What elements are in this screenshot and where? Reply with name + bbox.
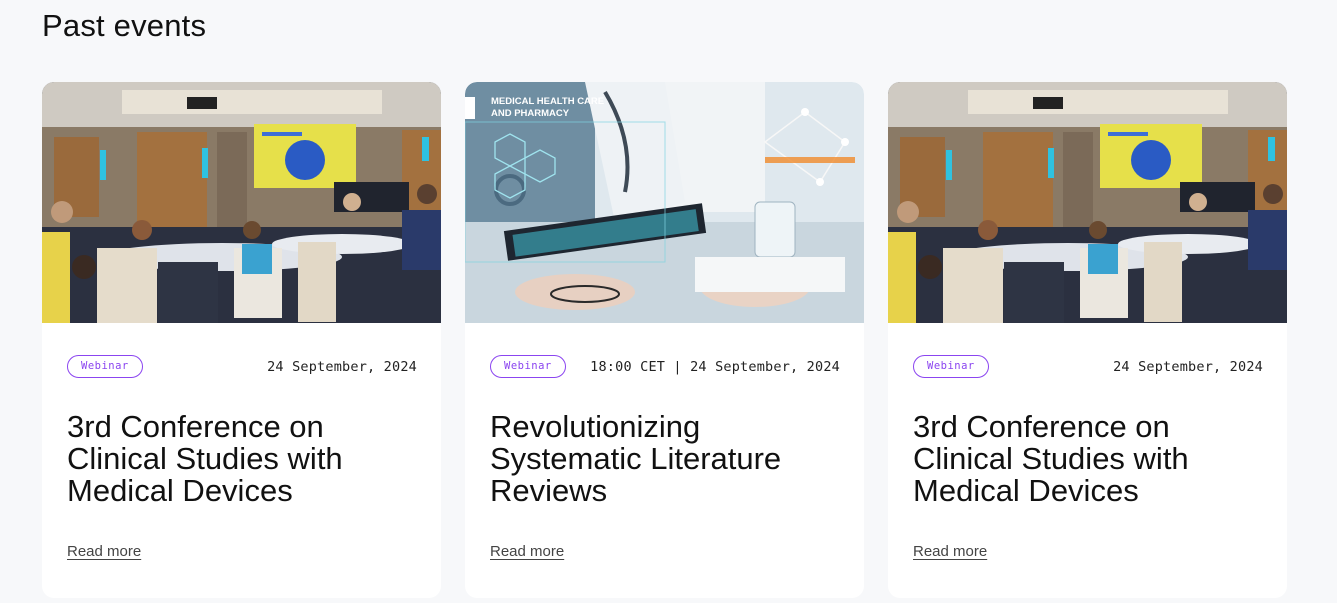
conference-room-photo[interactable]: [888, 82, 1287, 323]
event-date: 18:00 CET | 24 September, 2024: [590, 358, 840, 375]
card-body: Webinar 24 September, 2024 3rd Conferenc…: [888, 323, 1287, 598]
event-title[interactable]: Revolutionizing Systematic Literature Re…: [490, 411, 844, 507]
event-title[interactable]: 3rd Conference on Clinical Studies with …: [913, 411, 1267, 507]
event-title[interactable]: 3rd Conference on Clinical Studies with …: [67, 411, 421, 507]
medical-doctor-photo[interactable]: MEDICAL HEALTH CARE AND PHARMACY: [465, 82, 864, 323]
webinar-badge: Webinar: [913, 355, 989, 378]
read-more-link[interactable]: Read more: [67, 543, 141, 560]
event-card[interactable]: Webinar 24 September, 2024 3rd Conferenc…: [888, 82, 1287, 598]
section-title: Past events: [42, 8, 207, 43]
event-card[interactable]: Webinar 24 September, 2024 3rd Conferenc…: [42, 82, 441, 598]
webinar-badge: Webinar: [490, 355, 566, 378]
card-body: Webinar 18:00 CET | 24 September, 2024 R…: [465, 323, 864, 598]
event-date: 24 September, 2024: [267, 358, 417, 375]
image-caption-line1: MEDICAL HEALTH CARE: [491, 96, 604, 107]
event-meta: Webinar 18:00 CET | 24 September, 2024: [490, 355, 840, 378]
conference-room-photo[interactable]: [42, 82, 441, 323]
past-events-page: Past events Webinar 24 September, 2024 3…: [0, 0, 1337, 603]
event-meta: Webinar 24 September, 2024: [913, 355, 1263, 378]
read-more-link[interactable]: Read more: [913, 543, 987, 560]
image-caption-line2: AND PHARMACY: [491, 108, 570, 119]
card-body: Webinar 24 September, 2024 3rd Conferenc…: [42, 323, 441, 598]
event-card[interactable]: MEDICAL HEALTH CARE AND PHARMACY Webinar…: [465, 82, 864, 598]
event-cards: Webinar 24 September, 2024 3rd Conferenc…: [42, 82, 1287, 598]
webinar-badge: Webinar: [67, 355, 143, 378]
event-meta: Webinar 24 September, 2024: [67, 355, 417, 378]
event-date: 24 September, 2024: [1113, 358, 1263, 375]
read-more-link[interactable]: Read more: [490, 543, 564, 560]
